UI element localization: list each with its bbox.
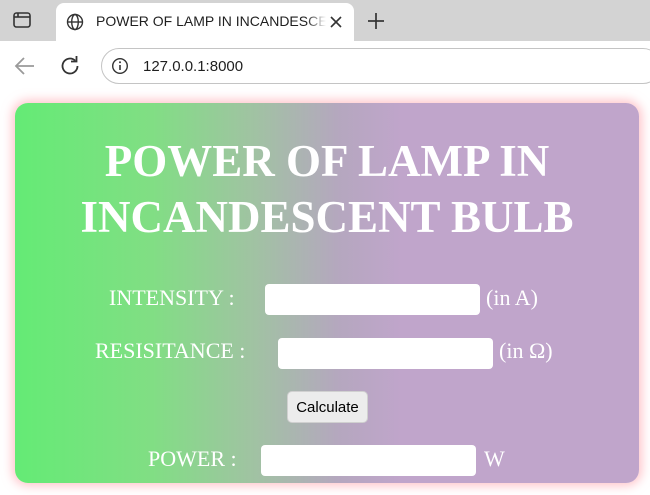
site-info-icon[interactable] xyxy=(111,57,129,75)
url-text: 127.0.0.1:8000 xyxy=(143,58,244,75)
intensity-label: INTENSITY : xyxy=(109,285,235,310)
page-title: POWER OF LAMP IN INCANDESCENT BULB xyxy=(15,133,639,245)
power-label: POWER : xyxy=(148,446,237,471)
power-unit: W xyxy=(484,446,505,471)
title-line-1: POWER OF LAMP IN xyxy=(104,136,550,186)
new-tab-plus-icon[interactable] xyxy=(364,9,388,33)
close-tab-icon[interactable] xyxy=(326,12,346,32)
title-line-2: INCANDESCENT BULB xyxy=(80,192,574,242)
resistance-input[interactable] xyxy=(278,338,493,369)
back-arrow-icon[interactable] xyxy=(12,53,38,79)
browser-tab[interactable]: POWER OF LAMP IN INCANDESCENT BULB xyxy=(56,3,354,41)
intensity-input[interactable] xyxy=(265,284,480,315)
intensity-unit: (in A) xyxy=(486,285,538,310)
tab-overview-icon[interactable] xyxy=(12,10,32,30)
tab-strip: POWER OF LAMP IN INCANDESCENT BULB xyxy=(0,0,650,41)
address-bar[interactable]: 127.0.0.1:8000 xyxy=(101,48,650,84)
resistance-label: RESISITANCE : xyxy=(95,338,246,363)
calculator-card: POWER OF LAMP IN INCANDESCENT BULB INTEN… xyxy=(15,103,639,483)
tab-title-fade xyxy=(306,9,326,35)
calculate-button[interactable]: Calculate xyxy=(287,391,368,423)
power-output[interactable] xyxy=(261,445,476,476)
resistance-unit: (in Ω) xyxy=(499,338,553,363)
tab-title: POWER OF LAMP IN INCANDESCENT BULB xyxy=(96,13,326,29)
globe-icon xyxy=(65,12,85,32)
browser-toolbar: 127.0.0.1:8000 xyxy=(0,41,650,93)
reload-icon[interactable] xyxy=(57,53,83,79)
